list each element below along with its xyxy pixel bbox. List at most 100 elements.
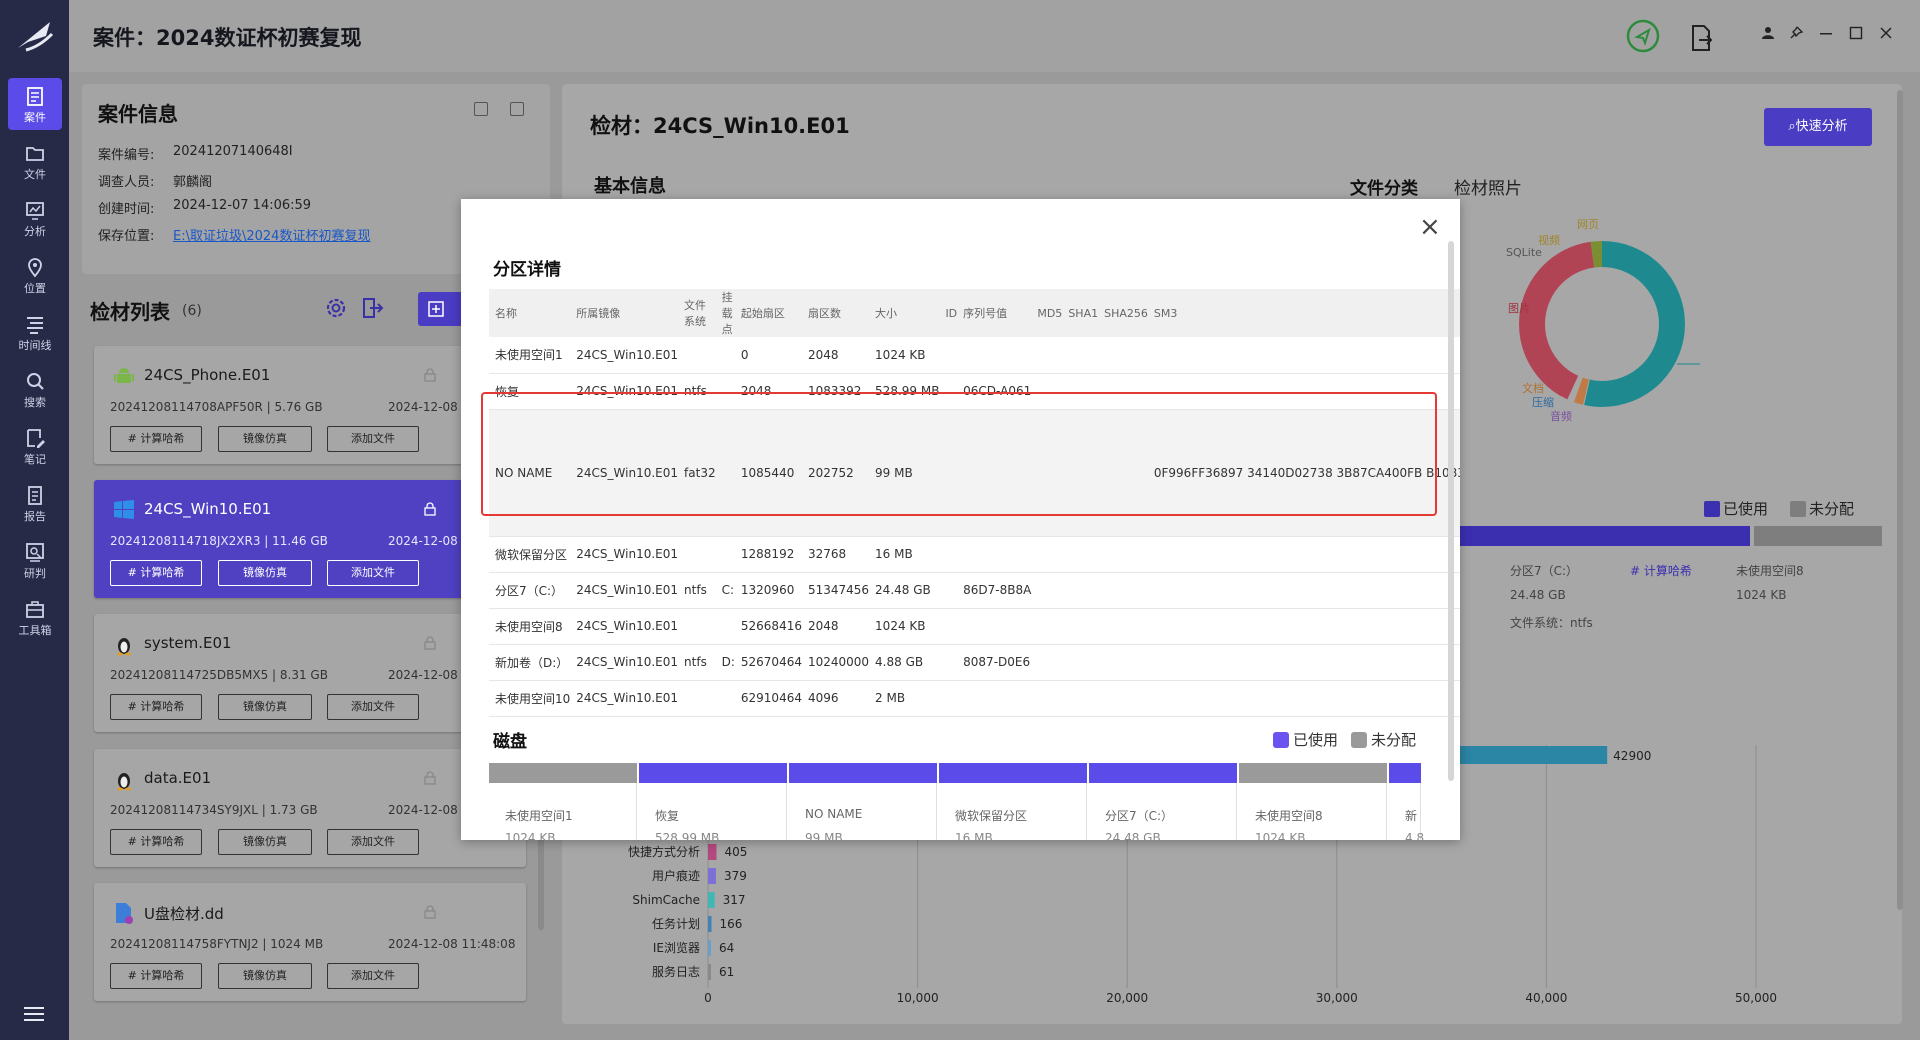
pin-icon[interactable] bbox=[1789, 26, 1803, 40]
used-filter-checkbox[interactable]: 已使用 bbox=[1704, 498, 1768, 519]
menu-icon[interactable] bbox=[22, 1004, 46, 1024]
disk-segment[interactable]: 未使用空间1 1024 KB bbox=[489, 783, 637, 840]
column-header[interactable]: ID bbox=[939, 289, 958, 337]
table-row[interactable]: 未使用空间8 24CS_Win10.E01 52668416 2048 1024 KB bbox=[489, 608, 1460, 645]
nav-item-0[interactable]: 案件 bbox=[8, 78, 62, 130]
unalloc-filter-checkbox[interactable]: 未分配 bbox=[1790, 498, 1854, 519]
disk-segment[interactable]: 微软保留分区 16 MB bbox=[939, 783, 1087, 840]
clipboard-icon[interactable] bbox=[510, 102, 524, 116]
disk-segment-bar[interactable] bbox=[1389, 763, 1421, 783]
tab-file-category[interactable]: 文件分类 bbox=[1350, 174, 1418, 199]
table-cell: 分区7（C:） bbox=[489, 572, 571, 609]
disk-segment[interactable]: 分区7（C:） 24.48 GB bbox=[1089, 783, 1237, 840]
table-row[interactable]: 未使用空间1 24CS_Win10.E01 0 2048 1024 KB bbox=[489, 337, 1460, 374]
bar[interactable] bbox=[708, 844, 717, 860]
user-icon[interactable] bbox=[1761, 26, 1775, 40]
settings-icon[interactable] bbox=[324, 296, 348, 320]
nav-item-4[interactable]: 时间线 bbox=[8, 306, 62, 358]
bar[interactable] bbox=[708, 964, 711, 980]
nav-item-8[interactable]: 研判 bbox=[8, 534, 62, 586]
compute-hash-button[interactable]: # 计算哈希 bbox=[110, 829, 202, 855]
nav-item-2[interactable]: 分析 bbox=[8, 192, 62, 244]
bar[interactable] bbox=[708, 940, 711, 956]
column-header[interactable]: 序列号值 bbox=[957, 289, 1032, 337]
judge-icon bbox=[26, 543, 44, 562]
compute-hash-button[interactable]: # 计算哈希 bbox=[110, 694, 202, 720]
export-list-icon[interactable] bbox=[360, 296, 384, 320]
mirror-simulate-button[interactable]: 镜像仿真 bbox=[218, 694, 312, 720]
disk-segment[interactable]: NO NAME 99 MB bbox=[789, 783, 937, 840]
nav-item-1[interactable]: 文件 bbox=[8, 135, 62, 187]
disk-segment-bar[interactable] bbox=[639, 763, 787, 783]
disk-segment-bar[interactable] bbox=[939, 763, 1087, 783]
lock-icon[interactable] bbox=[424, 636, 436, 650]
column-header[interactable]: 所属镜像 bbox=[570, 289, 679, 337]
add-evidence-button[interactable] bbox=[418, 292, 464, 326]
add-file-button[interactable]: 添加文件 bbox=[327, 694, 419, 720]
disk-segment-bar[interactable] bbox=[1089, 763, 1237, 783]
x-tick-label: 10,000 bbox=[897, 991, 939, 1005]
save-location-link[interactable]: E:\取证垃圾\2024数证杯初赛复现 bbox=[173, 225, 370, 244]
table-row[interactable]: 恢复 24CS_Win10.E01 ntfs 2048 1083392 528.99 MB… bbox=[489, 373, 1460, 410]
compute-hash-button[interactable]: # 计算哈希 bbox=[110, 426, 202, 452]
table-row[interactable]: 未使用空间10 24CS_Win10.E01 62910464 4096 2 MB bbox=[489, 680, 1460, 717]
bar[interactable] bbox=[708, 916, 712, 932]
mirror-simulate-button[interactable]: 镜像仿真 bbox=[218, 963, 312, 989]
bg-segment-hash-link[interactable]: # 计算哈希 bbox=[1630, 562, 1692, 579]
column-header[interactable]: 大小 bbox=[869, 289, 940, 337]
main-scrollbar[interactable] bbox=[1897, 90, 1903, 910]
maximize-icon[interactable] bbox=[1849, 26, 1863, 40]
disk-segment[interactable]: 未使用空间8 1024 KB bbox=[1239, 783, 1387, 840]
mirror-simulate-button[interactable]: 镜像仿真 bbox=[218, 560, 312, 586]
nav-item-6[interactable]: 笔记 bbox=[8, 420, 62, 472]
lock-icon[interactable] bbox=[424, 905, 436, 919]
nav-item-5[interactable]: 搜索 bbox=[8, 363, 62, 415]
evidence-name: 24CS_Phone.E01 bbox=[144, 366, 271, 384]
table-cell bbox=[1098, 409, 1148, 537]
navigate-icon[interactable] bbox=[1625, 18, 1661, 54]
column-header[interactable]: SHA1 bbox=[1062, 289, 1099, 337]
compute-hash-button[interactable]: # 计算哈希 bbox=[110, 560, 202, 586]
modal-scrollbar[interactable] bbox=[1448, 241, 1454, 781]
lock-icon[interactable] bbox=[424, 368, 436, 382]
disk-segment[interactable]: 新 4.8 bbox=[1389, 783, 1424, 840]
add-file-button[interactable]: 添加文件 bbox=[327, 426, 419, 452]
lock-icon[interactable] bbox=[424, 771, 436, 785]
disk-segment-bar[interactable] bbox=[1239, 763, 1387, 783]
column-header[interactable]: SHA256 bbox=[1098, 289, 1148, 337]
add-file-button[interactable]: 添加文件 bbox=[327, 829, 419, 855]
table-row[interactable]: NO NAME 24CS_Win10.E01 fat32 1085440 202752 9… bbox=[489, 409, 1460, 537]
minimize-icon[interactable] bbox=[1819, 26, 1833, 40]
mirror-simulate-button[interactable]: 镜像仿真 bbox=[218, 426, 312, 452]
disk-segment[interactable]: 恢复 528.99 MB bbox=[639, 783, 787, 840]
column-header[interactable]: 起始扇区 bbox=[734, 289, 802, 337]
bar[interactable] bbox=[708, 868, 716, 884]
column-header[interactable]: 扇区数 bbox=[801, 289, 870, 337]
column-header[interactable]: 挂载点 bbox=[715, 289, 735, 337]
disk-segment-bar[interactable] bbox=[489, 763, 637, 783]
table-row[interactable]: 分区7（C:） 24CS_Win10.E01 ntfs C: 1320960 513474… bbox=[489, 572, 1460, 609]
evidence-card[interactable]: U盘检材.dd 20241208114758FYTNJ2 | 1024 MB 202… bbox=[94, 883, 526, 1001]
add-file-button[interactable]: 添加文件 bbox=[327, 963, 419, 989]
column-header[interactable]: SM3 bbox=[1147, 289, 1460, 337]
nav-item-9[interactable]: 工具箱 bbox=[8, 591, 62, 643]
close-icon[interactable]: × bbox=[1419, 214, 1441, 240]
bar[interactable] bbox=[708, 892, 715, 908]
column-header[interactable]: 名称 bbox=[489, 289, 571, 337]
compute-hash-button[interactable]: # 计算哈希 bbox=[110, 963, 202, 989]
tab-evidence-photo[interactable]: 检材照片 bbox=[1454, 174, 1522, 199]
table-row[interactable]: 微软保留分区 24CS_Win10.E01 1288192 32768 16 MB bbox=[489, 536, 1460, 573]
close-window-icon[interactable] bbox=[1879, 26, 1893, 40]
column-header[interactable]: MD5 bbox=[1031, 289, 1063, 337]
column-header[interactable]: 文件系统 bbox=[678, 289, 716, 337]
quick-analysis-button[interactable]: ⌕快速分析 bbox=[1764, 108, 1872, 146]
nav-item-7[interactable]: 报告 bbox=[8, 477, 62, 529]
add-file-button[interactable]: 添加文件 bbox=[327, 560, 419, 586]
edit-icon[interactable] bbox=[474, 102, 488, 116]
lock-icon[interactable] bbox=[424, 502, 436, 516]
export-icon[interactable] bbox=[1689, 24, 1713, 52]
table-row[interactable]: 新加卷（D:） 24CS_Win10.E01 ntfs D: 52670464 10240… bbox=[489, 644, 1460, 681]
mirror-simulate-button[interactable]: 镜像仿真 bbox=[218, 829, 312, 855]
nav-item-3[interactable]: 位置 bbox=[8, 249, 62, 301]
disk-segment-bar[interactable] bbox=[789, 763, 937, 783]
